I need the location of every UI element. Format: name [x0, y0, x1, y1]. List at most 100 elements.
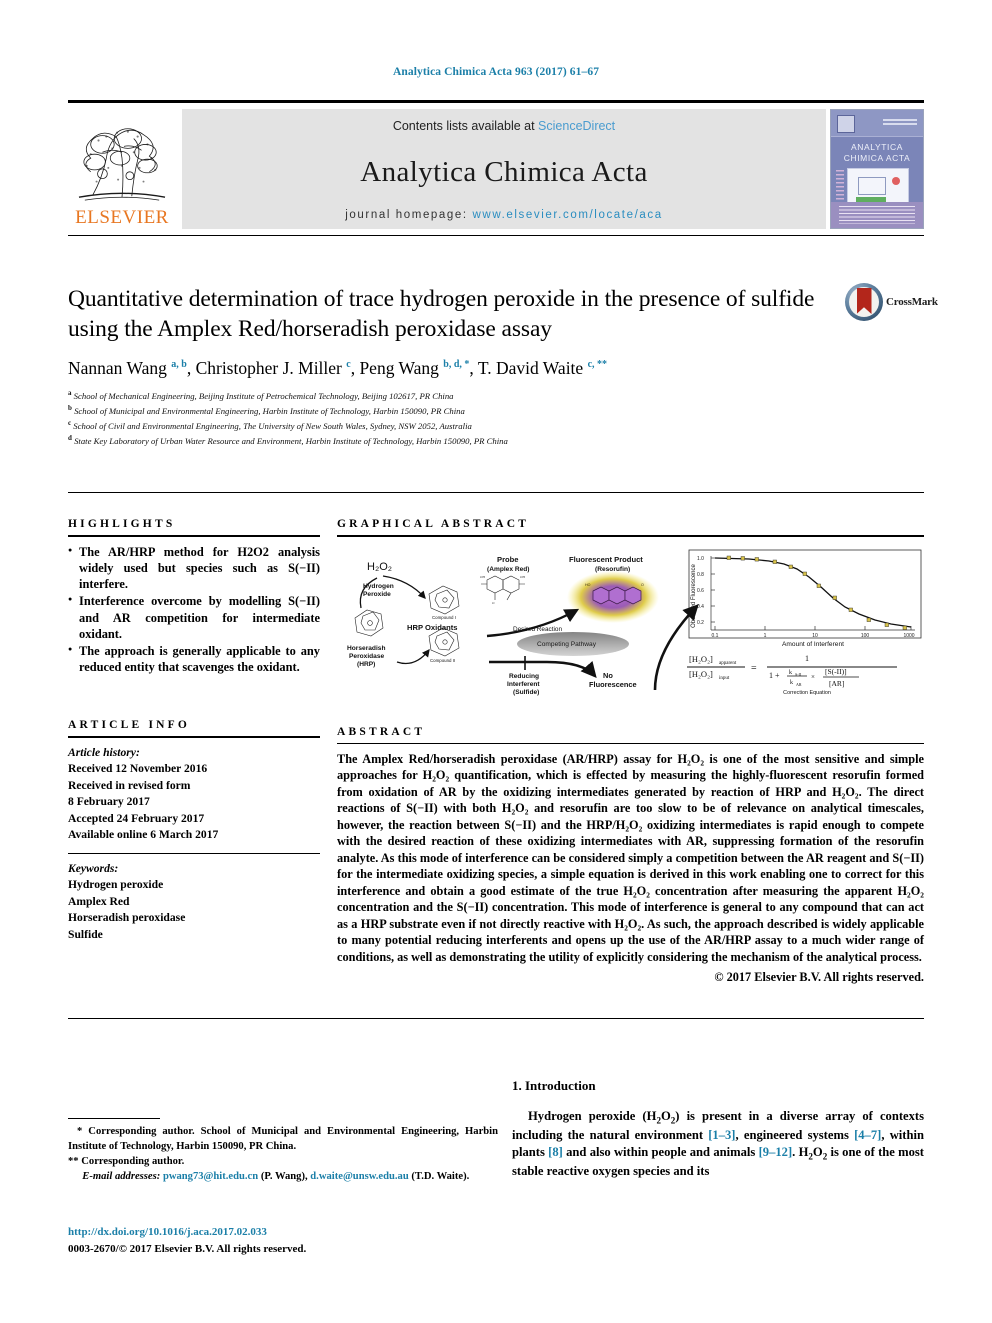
- affiliation-item: d State Key Laboratory of Urban Water Re…: [68, 433, 828, 448]
- footnote-text-2: Corresponding author.: [81, 1156, 185, 1168]
- running-head: Analytica Chimica Acta 963 (2017) 61–67: [392, 66, 600, 78]
- ga-eq-rhs-one: 1 +: [769, 671, 780, 680]
- graphical-abstract-svg: H₂O₂ Hydrogen Peroxide Horseradish Perox…: [337, 544, 924, 696]
- crossmark-badge[interactable]: CrossMark: [845, 283, 941, 321]
- title-block: Quantitative determination of trace hydr…: [68, 285, 828, 448]
- contents-available-line: Contents lists available at ScienceDirec…: [393, 119, 615, 133]
- affiliation-marker: d: [68, 434, 72, 443]
- ga-label-no-fluorescence-2: Fluorescence: [589, 680, 637, 689]
- abstract-copyright: © 2017 Elsevier B.V. All rights reserved…: [714, 970, 924, 985]
- article-history-block: Article history: Received 12 November 20…: [68, 745, 320, 844]
- abstract-body: The Amplex Red/horseradish peroxidase (A…: [337, 752, 924, 964]
- ga-eq-equals: =: [751, 663, 757, 674]
- ga-label-no-fluorescence: No: [603, 671, 613, 680]
- affiliation-marker: c: [68, 419, 72, 428]
- ga-plot-ylabel: Observed Fluorescence: [691, 563, 697, 627]
- journal-masthead: ELSEVIER Contents lists available at Sci…: [68, 100, 924, 236]
- ga-molecule-resorufin: [592, 586, 642, 605]
- ga-plot-xlabel: Amount of Interferent: [782, 641, 844, 648]
- ga-label-hrp-oxidants: HRP Oxidants: [407, 623, 458, 632]
- elsevier-wordmark: ELSEVIER: [75, 207, 169, 228]
- author-list: Nannan Wang a, b, Christopher J. Miller …: [68, 358, 608, 379]
- graphical-abstract-heading: GRAPHICAL ABSTRACT: [337, 518, 530, 530]
- highlights-heading: HIGHLIGHTS: [68, 518, 176, 530]
- journal-homepage-line: journal homepage: www.elsevier.com/locat…: [345, 209, 662, 221]
- article-info-section: ARTICLE INFO Article history: Received 1…: [68, 719, 320, 943]
- sciencedirect-link[interactable]: ScienceDirect: [538, 119, 615, 133]
- email-link-1[interactable]: pwang73@hit.edu.cn: [163, 1171, 258, 1182]
- ga-plot: 1.0 0.8 0.6 0.4 0.2 0.1 1 10 100 1000 Ob…: [688, 549, 922, 648]
- right-column: GRAPHICAL ABSTRACT H₂O₂ Hydrogen Peroxid…: [337, 518, 924, 985]
- affiliation-item: a School of Mechanical Engineering, Beij…: [68, 388, 828, 403]
- history-line: Accepted 24 February 2017: [68, 811, 205, 825]
- ga-plot-xtick: 1: [764, 633, 767, 639]
- elsevier-logo: ELSEVIER: [68, 109, 176, 229]
- ga-label-reducing-interferent: Reducing: [509, 673, 539, 680]
- keywords-rule: [68, 852, 320, 854]
- doi-link[interactable]: http://dx.doi.org/10.1016/j.aca.2017.02.…: [68, 1224, 498, 1241]
- footnote-rule: [68, 1118, 160, 1119]
- affiliation-marker: a: [68, 389, 72, 398]
- footnote-text-1: Corresponding author. School of Municipa…: [68, 1126, 499, 1153]
- ga-plot-xtick: 100: [861, 633, 870, 639]
- ga-eq-rhs-num: 1: [805, 654, 809, 663]
- highlights-rule: [68, 535, 320, 537]
- cover-artwork-dot: [892, 177, 900, 185]
- affiliation-list: a School of Mechanical Engineering, Beij…: [68, 388, 828, 448]
- homepage-prefix: journal homepage:: [345, 209, 473, 221]
- ga-label-compound-ii: Compound II: [430, 658, 455, 663]
- ga-label-hrp-3: (HRP): [357, 661, 375, 668]
- tree-illustration: [78, 128, 166, 201]
- highlights-list: The AR/HRP method for H2O2 analysis wide…: [68, 544, 320, 675]
- ga-eq-k-num: k: [789, 670, 792, 676]
- ga-label-hydrogen-peroxide-2: Peroxide: [363, 591, 391, 598]
- ga-eq-ar: [AR]: [829, 679, 844, 688]
- ga-label-compound-i: Compound I: [432, 615, 456, 620]
- ga-label-reducing-interferent-2: Interferent: [507, 681, 540, 688]
- keyword-item: Sulfide: [68, 927, 103, 941]
- introduction-heading: 1. Introduction: [512, 1078, 596, 1093]
- doi-block: http://dx.doi.org/10.1016/j.aca.2017.02.…: [68, 1224, 498, 1257]
- keyword-item: Hydrogen peroxide: [68, 878, 164, 892]
- corresponding-author-footnotes: * Corresponding author. School of Munici…: [68, 1118, 498, 1184]
- ga-plot-ytick: 0.6: [697, 588, 704, 594]
- history-line: 8 February 2017: [68, 795, 150, 809]
- ga-eq-times: ×: [811, 673, 815, 681]
- keywords-block: Keywords: Hydrogen peroxide Amplex Red H…: [68, 861, 320, 943]
- page-title: Quantitative determination of trace hydr…: [68, 286, 815, 342]
- list-item: Interference overcome by modelling S(−II…: [68, 593, 320, 641]
- introduction-section: 1. Introduction Hydrogen peroxide (H2O2)…: [512, 1078, 924, 1180]
- list-item: The AR/HRP method for H2O2 analysis wide…: [68, 544, 320, 592]
- ga-label-resorufin-ho: HO: [585, 583, 591, 587]
- graphical-abstract-rule: [337, 535, 924, 537]
- list-item: The approach is generally applicable to …: [68, 643, 320, 675]
- ga-eq-denominator: [H₂O₂]: [689, 669, 713, 679]
- cover-artwork-box: [858, 177, 886, 195]
- ga-eq-sii: [S(-II)]: [825, 667, 847, 676]
- cover-footer-text-lines: [839, 206, 915, 224]
- footnote-star-1: *: [77, 1126, 83, 1137]
- ga-eq-k-den-sub: AR: [796, 682, 802, 687]
- elsevier-tree-icon: [73, 119, 171, 207]
- ga-label-hrp-2: Peroxidase: [349, 653, 385, 660]
- masthead-center: Contents lists available at ScienceDirec…: [182, 109, 826, 229]
- footnote-corresponding-2: ** Corresponding author.: [68, 1154, 498, 1169]
- journal-homepage-link[interactable]: www.elsevier.com/locate/aca: [473, 209, 663, 221]
- svg-text:OH: OH: [520, 575, 525, 579]
- cover-journal-title: ANALYTICA CHIMICA ACTA: [843, 142, 911, 164]
- article-page: Analytica Chimica Acta 963 (2017) 61–67: [0, 0, 992, 1323]
- ga-label-competing-pathway: Competing Pathway: [537, 641, 597, 648]
- ga-label-fluorescent-product: Fluorescent Product: [569, 555, 643, 564]
- contents-prefix: Contents lists available at: [392, 119, 539, 133]
- ga-label-h2o2: H₂O₂: [367, 561, 392, 573]
- affiliation-text: School of Civil and Environmental Engine…: [73, 421, 472, 432]
- article-info-heading: ARTICLE INFO: [68, 719, 191, 731]
- email-link-2[interactable]: d.waite@unsw.edu.au: [310, 1171, 408, 1182]
- crossmark-icon: [845, 283, 883, 321]
- cover-header-text-lines: [883, 119, 917, 121]
- footnote-corresponding-1: * Corresponding author. School of Munici…: [68, 1124, 498, 1154]
- cover-footer-band: [831, 202, 923, 228]
- crossmark-label: CrossMark: [886, 296, 938, 308]
- left-column: HIGHLIGHTS The AR/HRP method for H2O2 an…: [68, 518, 320, 943]
- history-line: Received 12 November 2016: [68, 762, 208, 776]
